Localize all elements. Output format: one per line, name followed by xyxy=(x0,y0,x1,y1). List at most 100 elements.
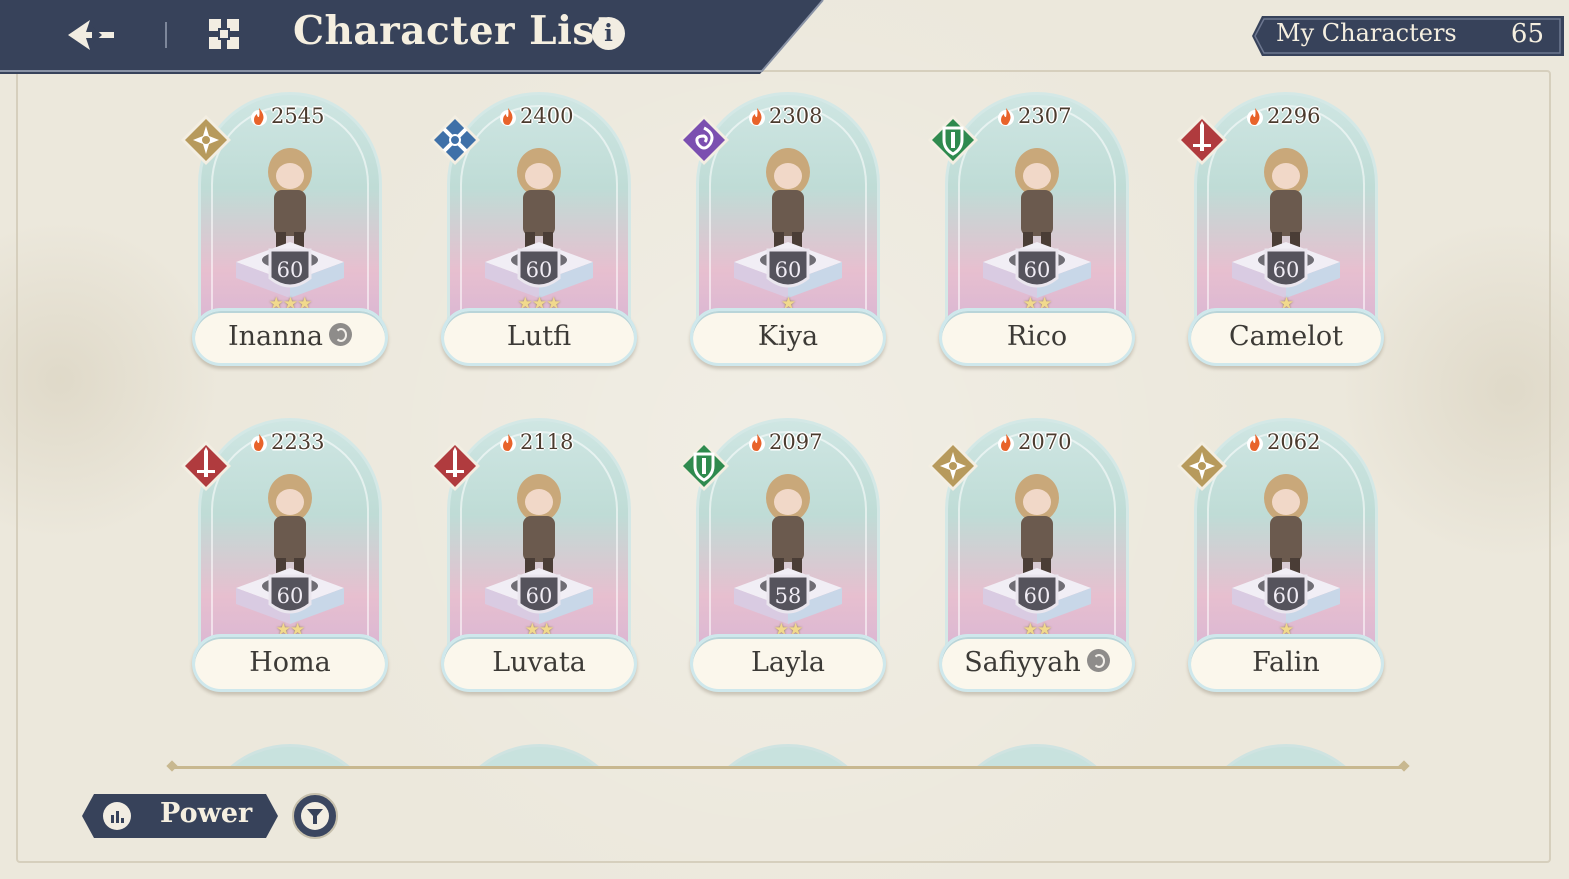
class-sword-icon xyxy=(429,440,481,492)
power-value: 2097 xyxy=(769,430,823,454)
level-badge: 60 xyxy=(1013,572,1061,622)
character-card[interactable]: 60 ★★★ 2545 Inanna xyxy=(181,92,388,367)
flame-icon xyxy=(749,108,765,126)
partial-card[interactable] xyxy=(198,744,382,768)
character-name: Rico xyxy=(1006,321,1068,352)
grid-menu-icon xyxy=(209,19,239,49)
character-name-plate: Rico xyxy=(939,308,1135,366)
class-star-icon xyxy=(927,440,979,492)
character-card[interactable]: 60 ★★ 2070 Safiyyah xyxy=(928,418,1135,693)
level-badge: 60 xyxy=(1262,572,1310,622)
level-value: 60 xyxy=(774,258,802,282)
character-name: Kiya xyxy=(757,321,819,352)
character-name-plate: Safiyyah xyxy=(939,634,1135,692)
flame-icon xyxy=(251,108,267,126)
partial-card[interactable] xyxy=(945,744,1129,768)
character-card[interactable]: 60 ★ 2062 Falin xyxy=(1177,418,1384,693)
class-shield-icon xyxy=(927,114,979,166)
level-badge: 60 xyxy=(515,246,563,296)
sort-label: Power xyxy=(160,798,253,829)
character-name: Lutfi xyxy=(506,321,572,352)
flame-icon xyxy=(1247,108,1263,126)
character-name-plate: Kiya xyxy=(690,308,886,366)
character-name: Inanna xyxy=(227,321,324,352)
character-name-plate: Inanna xyxy=(192,308,388,366)
partial-card[interactable] xyxy=(1194,744,1378,768)
bar-chart-icon xyxy=(103,802,131,830)
scroll-divider xyxy=(172,766,1406,769)
character-name-plate: Lutfi xyxy=(441,308,637,366)
partial-card[interactable] xyxy=(696,744,880,768)
power-value: 2307 xyxy=(1018,104,1072,128)
level-badge: 60 xyxy=(764,246,812,296)
character-name-plate: Camelot xyxy=(1188,308,1384,366)
level-value: 60 xyxy=(276,584,304,608)
power-value: 2296 xyxy=(1267,104,1321,128)
level-badge: 60 xyxy=(266,246,314,296)
character-name: Luvata xyxy=(492,647,586,678)
sort-button[interactable]: Power xyxy=(82,794,278,838)
level-badge: 60 xyxy=(266,572,314,622)
grid-menu-button[interactable] xyxy=(207,17,241,51)
level-value: 60 xyxy=(1023,258,1051,282)
power-value: 2062 xyxy=(1267,430,1321,454)
character-card[interactable]: 60 ★★★ 2400 Lutfi xyxy=(430,92,637,367)
filter-button[interactable] xyxy=(292,793,338,839)
affinity-icon xyxy=(1086,649,1110,672)
power-indicator: 2097 xyxy=(748,430,822,454)
power-value: 2545 xyxy=(271,104,325,128)
flame-icon xyxy=(500,108,516,126)
character-card[interactable]: 60 ★ 2296 Camelot xyxy=(1177,92,1384,367)
class-sword-icon xyxy=(180,440,232,492)
character-card[interactable]: 58 ★★ 2097 Layla xyxy=(679,418,886,693)
character-card[interactable]: 60 ★★ 2307 Rico xyxy=(928,92,1135,367)
character-card[interactable]: 60 ★ 2308 Kiya xyxy=(679,92,886,367)
my-characters-counter: My Characters 65 xyxy=(1252,16,1564,56)
power-indicator: 2062 xyxy=(1246,430,1320,454)
character-name: Safiyyah xyxy=(964,647,1081,678)
info-icon[interactable]: i xyxy=(592,17,625,50)
power-indicator: 2070 xyxy=(997,430,1071,454)
level-value: 58 xyxy=(774,584,802,608)
level-value: 60 xyxy=(1272,258,1300,282)
level-value: 60 xyxy=(1272,584,1300,608)
header-separator xyxy=(165,22,167,48)
flame-icon xyxy=(500,434,516,452)
power-value: 2233 xyxy=(271,430,325,454)
back-button[interactable] xyxy=(62,12,122,58)
character-name: Falin xyxy=(1252,647,1320,678)
back-arrow-icon xyxy=(68,20,114,50)
power-indicator: 2307 xyxy=(997,104,1071,128)
page-title: Character List xyxy=(293,8,614,54)
power-value: 2308 xyxy=(769,104,823,128)
affinity-icon xyxy=(329,323,353,346)
character-name-plate: Luvata xyxy=(441,634,637,692)
flame-icon xyxy=(998,108,1014,126)
my-characters-count: 65 xyxy=(1510,19,1544,49)
flame-icon xyxy=(998,434,1014,452)
class-cross-icon xyxy=(429,114,481,166)
level-badge: 60 xyxy=(1013,246,1061,296)
class-shield-icon xyxy=(678,440,730,492)
power-indicator: 2233 xyxy=(250,430,324,454)
level-badge: 60 xyxy=(1262,246,1310,296)
level-value: 60 xyxy=(525,258,553,282)
partial-card[interactable] xyxy=(447,744,631,768)
class-star-icon xyxy=(180,114,232,166)
power-indicator: 2545 xyxy=(250,104,324,128)
header-bar: Character List i xyxy=(0,0,830,74)
level-value: 60 xyxy=(1023,584,1051,608)
flame-icon xyxy=(251,434,267,452)
level-value: 60 xyxy=(276,258,304,282)
character-name-plate: Layla xyxy=(690,634,886,692)
class-spiral-icon xyxy=(678,114,730,166)
character-name-plate: Falin xyxy=(1188,634,1384,692)
character-name: Camelot xyxy=(1228,321,1344,352)
character-name: Homa xyxy=(249,647,331,678)
power-indicator: 2400 xyxy=(499,104,573,128)
power-indicator: 2308 xyxy=(748,104,822,128)
power-value: 2118 xyxy=(520,430,574,454)
character-card[interactable]: 60 ★★ 2118 Luvata xyxy=(430,418,637,693)
character-card[interactable]: 60 ★★ 2233 Homa xyxy=(181,418,388,693)
power-indicator: 2296 xyxy=(1246,104,1320,128)
